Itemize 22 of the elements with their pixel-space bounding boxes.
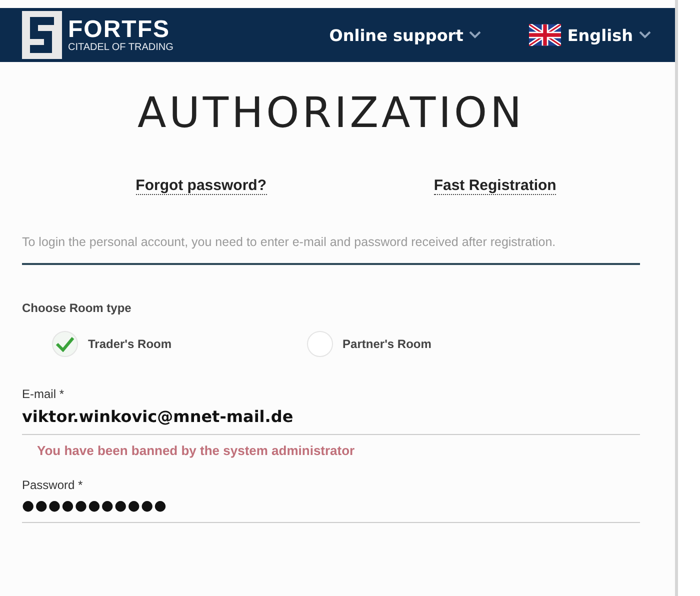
online-support-menu[interactable]: Online support	[325, 22, 486, 48]
logo-tagline: CITADEL OF TRADING	[68, 42, 174, 52]
text-link[interactable]: Fast Registration	[434, 177, 556, 195]
chevron-icon	[639, 31, 651, 39]
chevron-icon	[469, 31, 482, 39]
error-message: You have been banned by the system administrator	[37, 443, 356, 458]
room-option-label: Partner's Room	[342, 337, 432, 351]
logo-icon	[22, 11, 62, 59]
room-type-label: Choose Room type	[22, 301, 132, 315]
flag-icon	[529, 24, 562, 46]
text-link[interactable]: Forgot password?	[136, 177, 266, 195]
field-label: E-mail *	[22, 387, 66, 401]
room-radio[interactable]	[306, 331, 333, 357]
field-label: Password *	[22, 478, 84, 492]
intro-text: To login the personal account, you need to enter e-mail and password received after registration.	[22, 235, 557, 249]
email-field[interactable]: viktor.winkovic@mnet-mail.de	[22, 401, 640, 435]
room-option-label: Trader's Room	[88, 337, 172, 351]
logo-name: FORTFS	[68, 18, 171, 42]
password-field[interactable]: ●●●●●●●●●●●	[22, 492, 640, 523]
room-radio[interactable]	[52, 331, 78, 357]
language-menu[interactable]: English	[525, 20, 655, 50]
page-title: AUTHORIZATION	[136, 88, 526, 137]
